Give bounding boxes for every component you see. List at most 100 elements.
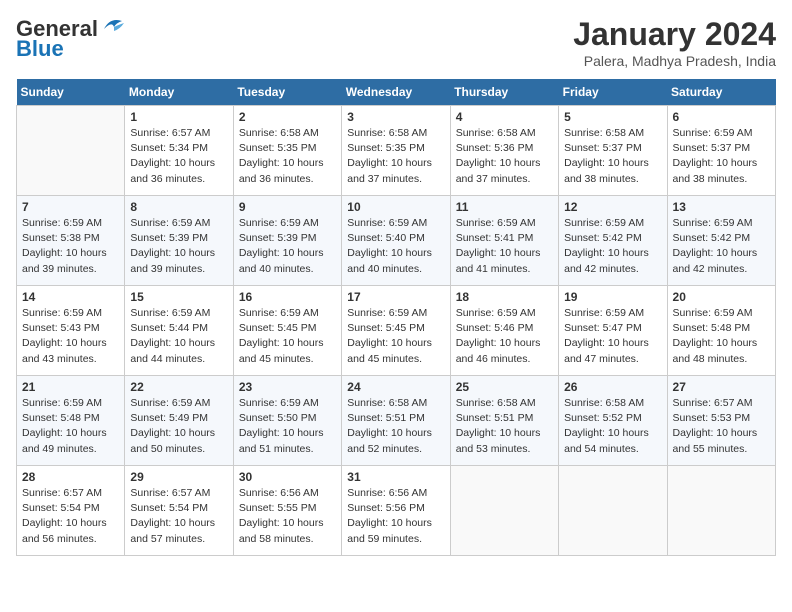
sun-info: Sunrise: 6:59 AMSunset: 5:44 PMDaylight:… (130, 307, 215, 365)
col-header-friday: Friday (559, 79, 667, 106)
day-cell: 13 Sunrise: 6:59 AMSunset: 5:42 PMDaylig… (667, 196, 775, 286)
week-row-2: 7 Sunrise: 6:59 AMSunset: 5:38 PMDayligh… (17, 196, 776, 286)
day-number: 3 (347, 110, 444, 124)
day-cell: 4 Sunrise: 6:58 AMSunset: 5:36 PMDayligh… (450, 106, 558, 196)
sun-info: Sunrise: 6:58 AMSunset: 5:35 PMDaylight:… (347, 127, 432, 185)
day-number: 31 (347, 470, 444, 484)
day-number: 28 (22, 470, 119, 484)
day-number: 20 (673, 290, 770, 304)
day-cell: 27 Sunrise: 6:57 AMSunset: 5:53 PMDaylig… (667, 376, 775, 466)
day-number: 14 (22, 290, 119, 304)
sun-info: Sunrise: 6:59 AMSunset: 5:45 PMDaylight:… (239, 307, 324, 365)
col-header-monday: Monday (125, 79, 233, 106)
day-number: 13 (673, 200, 770, 214)
sun-info: Sunrise: 6:59 AMSunset: 5:48 PMDaylight:… (22, 397, 107, 455)
sun-info: Sunrise: 6:56 AMSunset: 5:55 PMDaylight:… (239, 487, 324, 545)
day-cell (667, 466, 775, 556)
day-cell: 7 Sunrise: 6:59 AMSunset: 5:38 PMDayligh… (17, 196, 125, 286)
day-number: 29 (130, 470, 227, 484)
day-number: 6 (673, 110, 770, 124)
day-number: 1 (130, 110, 227, 124)
sun-info: Sunrise: 6:58 AMSunset: 5:36 PMDaylight:… (456, 127, 541, 185)
sun-info: Sunrise: 6:59 AMSunset: 5:47 PMDaylight:… (564, 307, 649, 365)
sun-info: Sunrise: 6:59 AMSunset: 5:42 PMDaylight:… (564, 217, 649, 275)
sun-info: Sunrise: 6:59 AMSunset: 5:46 PMDaylight:… (456, 307, 541, 365)
day-number: 5 (564, 110, 661, 124)
sun-info: Sunrise: 6:59 AMSunset: 5:37 PMDaylight:… (673, 127, 758, 185)
logo-bird-icon (100, 15, 128, 35)
day-cell: 19 Sunrise: 6:59 AMSunset: 5:47 PMDaylig… (559, 286, 667, 376)
week-row-3: 14 Sunrise: 6:59 AMSunset: 5:43 PMDaylig… (17, 286, 776, 376)
day-number: 10 (347, 200, 444, 214)
header-row: SundayMondayTuesdayWednesdayThursdayFrid… (17, 79, 776, 106)
sun-info: Sunrise: 6:57 AMSunset: 5:54 PMDaylight:… (130, 487, 215, 545)
day-cell: 8 Sunrise: 6:59 AMSunset: 5:39 PMDayligh… (125, 196, 233, 286)
day-cell (17, 106, 125, 196)
day-cell: 3 Sunrise: 6:58 AMSunset: 5:35 PMDayligh… (342, 106, 450, 196)
day-number: 15 (130, 290, 227, 304)
day-number: 17 (347, 290, 444, 304)
sun-info: Sunrise: 6:57 AMSunset: 5:53 PMDaylight:… (673, 397, 758, 455)
day-number: 4 (456, 110, 553, 124)
col-header-saturday: Saturday (667, 79, 775, 106)
day-cell: 1 Sunrise: 6:57 AMSunset: 5:34 PMDayligh… (125, 106, 233, 196)
day-cell: 21 Sunrise: 6:59 AMSunset: 5:48 PMDaylig… (17, 376, 125, 466)
logo-blue: Blue (16, 36, 64, 62)
page-header: General Blue January 2024 Palera, Madhya… (16, 16, 776, 69)
sun-info: Sunrise: 6:57 AMSunset: 5:34 PMDaylight:… (130, 127, 215, 185)
day-number: 24 (347, 380, 444, 394)
sun-info: Sunrise: 6:56 AMSunset: 5:56 PMDaylight:… (347, 487, 432, 545)
sun-info: Sunrise: 6:59 AMSunset: 5:41 PMDaylight:… (456, 217, 541, 275)
day-cell: 31 Sunrise: 6:56 AMSunset: 5:56 PMDaylig… (342, 466, 450, 556)
sun-info: Sunrise: 6:58 AMSunset: 5:52 PMDaylight:… (564, 397, 649, 455)
day-number: 11 (456, 200, 553, 214)
day-cell: 6 Sunrise: 6:59 AMSunset: 5:37 PMDayligh… (667, 106, 775, 196)
sun-info: Sunrise: 6:59 AMSunset: 5:42 PMDaylight:… (673, 217, 758, 275)
day-number: 30 (239, 470, 336, 484)
day-number: 12 (564, 200, 661, 214)
day-cell: 28 Sunrise: 6:57 AMSunset: 5:54 PMDaylig… (17, 466, 125, 556)
day-number: 18 (456, 290, 553, 304)
sun-info: Sunrise: 6:59 AMSunset: 5:40 PMDaylight:… (347, 217, 432, 275)
day-number: 21 (22, 380, 119, 394)
sun-info: Sunrise: 6:59 AMSunset: 5:39 PMDaylight:… (239, 217, 324, 275)
page-title: January 2024 (573, 16, 776, 53)
day-cell: 10 Sunrise: 6:59 AMSunset: 5:40 PMDaylig… (342, 196, 450, 286)
col-header-wednesday: Wednesday (342, 79, 450, 106)
day-cell: 22 Sunrise: 6:59 AMSunset: 5:49 PMDaylig… (125, 376, 233, 466)
day-cell: 29 Sunrise: 6:57 AMSunset: 5:54 PMDaylig… (125, 466, 233, 556)
day-cell: 5 Sunrise: 6:58 AMSunset: 5:37 PMDayligh… (559, 106, 667, 196)
col-header-thursday: Thursday (450, 79, 558, 106)
day-cell: 15 Sunrise: 6:59 AMSunset: 5:44 PMDaylig… (125, 286, 233, 376)
day-number: 9 (239, 200, 336, 214)
sun-info: Sunrise: 6:57 AMSunset: 5:54 PMDaylight:… (22, 487, 107, 545)
page-subtitle: Palera, Madhya Pradesh, India (573, 53, 776, 69)
day-number: 2 (239, 110, 336, 124)
day-number: 19 (564, 290, 661, 304)
sun-info: Sunrise: 6:58 AMSunset: 5:51 PMDaylight:… (456, 397, 541, 455)
day-cell (450, 466, 558, 556)
sun-info: Sunrise: 6:59 AMSunset: 5:39 PMDaylight:… (130, 217, 215, 275)
day-cell: 23 Sunrise: 6:59 AMSunset: 5:50 PMDaylig… (233, 376, 341, 466)
day-number: 23 (239, 380, 336, 394)
sun-info: Sunrise: 6:59 AMSunset: 5:43 PMDaylight:… (22, 307, 107, 365)
sun-info: Sunrise: 6:58 AMSunset: 5:37 PMDaylight:… (564, 127, 649, 185)
sun-info: Sunrise: 6:58 AMSunset: 5:35 PMDaylight:… (239, 127, 324, 185)
day-cell: 9 Sunrise: 6:59 AMSunset: 5:39 PMDayligh… (233, 196, 341, 286)
day-cell: 11 Sunrise: 6:59 AMSunset: 5:41 PMDaylig… (450, 196, 558, 286)
day-number: 27 (673, 380, 770, 394)
day-cell: 26 Sunrise: 6:58 AMSunset: 5:52 PMDaylig… (559, 376, 667, 466)
day-cell: 25 Sunrise: 6:58 AMSunset: 5:51 PMDaylig… (450, 376, 558, 466)
day-cell: 24 Sunrise: 6:58 AMSunset: 5:51 PMDaylig… (342, 376, 450, 466)
sun-info: Sunrise: 6:59 AMSunset: 5:38 PMDaylight:… (22, 217, 107, 275)
calendar-table: SundayMondayTuesdayWednesdayThursdayFrid… (16, 79, 776, 556)
day-number: 8 (130, 200, 227, 214)
day-cell: 18 Sunrise: 6:59 AMSunset: 5:46 PMDaylig… (450, 286, 558, 376)
day-number: 7 (22, 200, 119, 214)
col-header-sunday: Sunday (17, 79, 125, 106)
day-cell: 30 Sunrise: 6:56 AMSunset: 5:55 PMDaylig… (233, 466, 341, 556)
week-row-5: 28 Sunrise: 6:57 AMSunset: 5:54 PMDaylig… (17, 466, 776, 556)
title-block: January 2024 Palera, Madhya Pradesh, Ind… (573, 16, 776, 69)
day-cell: 12 Sunrise: 6:59 AMSunset: 5:42 PMDaylig… (559, 196, 667, 286)
sun-info: Sunrise: 6:59 AMSunset: 5:45 PMDaylight:… (347, 307, 432, 365)
